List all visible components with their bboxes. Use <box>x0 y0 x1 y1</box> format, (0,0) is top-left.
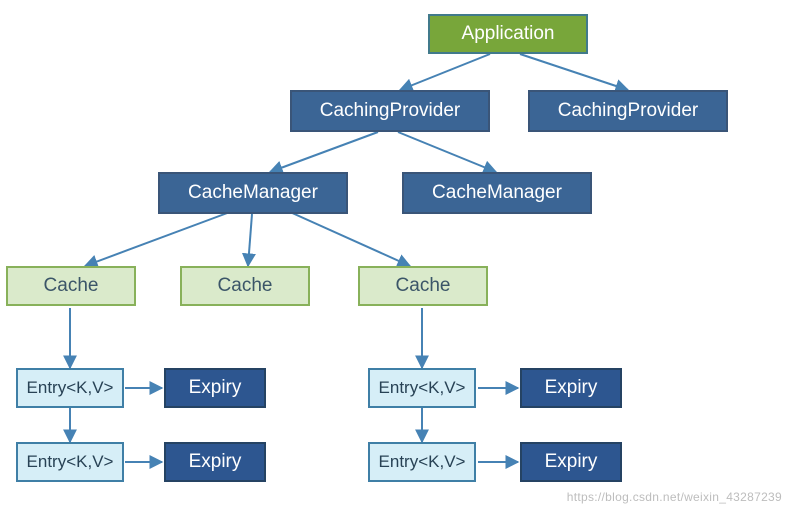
node-expiry-1b: Expiry <box>164 442 266 482</box>
node-entry-3a: Entry<K,V> <box>368 368 476 408</box>
node-expiry-3a: Expiry <box>520 368 622 408</box>
node-cache-3: Cache <box>358 266 488 306</box>
node-application: Application <box>428 14 588 54</box>
node-entry-3b: Entry<K,V> <box>368 442 476 482</box>
node-cache-1: Cache <box>6 266 136 306</box>
node-cache-2: Cache <box>180 266 310 306</box>
node-cache-manager-2: CacheManager <box>402 172 592 214</box>
node-caching-provider-1: CachingProvider <box>290 90 490 132</box>
node-expiry-1a: Expiry <box>164 368 266 408</box>
node-caching-provider-2: CachingProvider <box>528 90 728 132</box>
node-entry-1b: Entry<K,V> <box>16 442 124 482</box>
watermark-text: https://blog.csdn.net/weixin_43287239 <box>567 490 782 504</box>
node-expiry-3b: Expiry <box>520 442 622 482</box>
connector-layer <box>0 0 792 512</box>
node-entry-1a: Entry<K,V> <box>16 368 124 408</box>
node-cache-manager-1: CacheManager <box>158 172 348 214</box>
